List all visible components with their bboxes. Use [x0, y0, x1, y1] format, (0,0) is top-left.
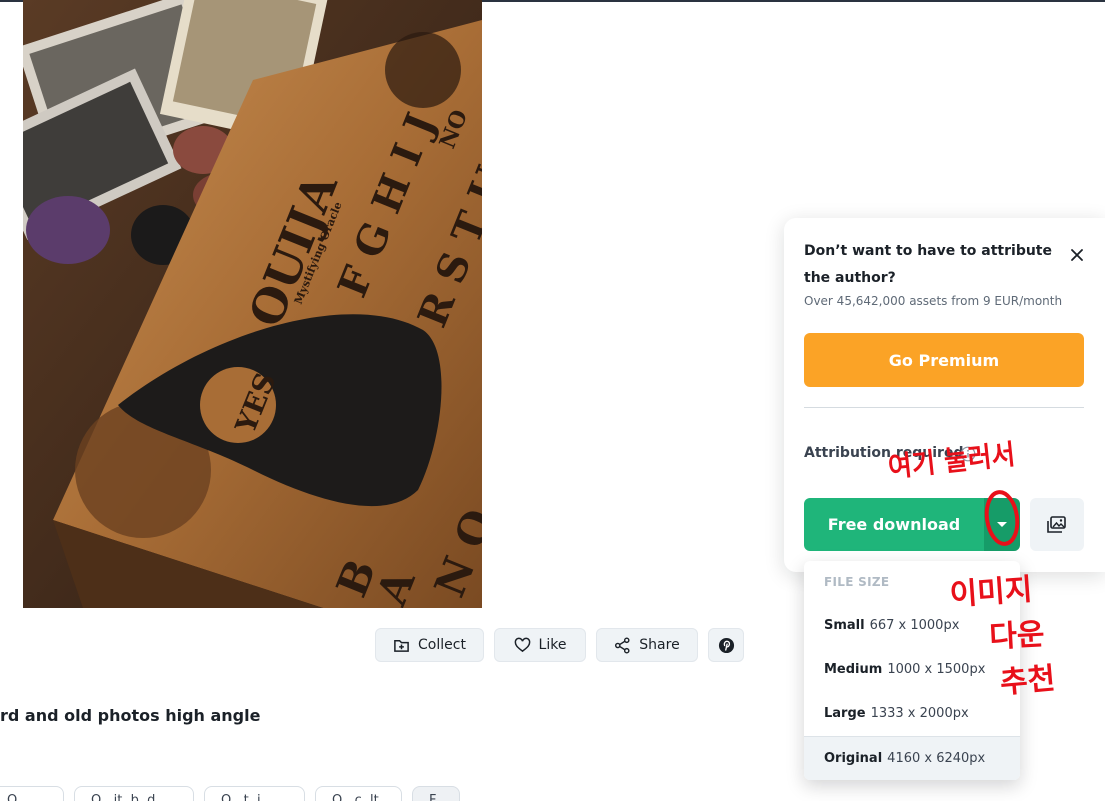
option-dims: 1000 x 1500px	[887, 661, 986, 677]
option-name: Small	[824, 617, 865, 633]
heart-icon	[514, 637, 530, 652]
free-download-button[interactable]: Free download	[804, 498, 984, 551]
tag-chip[interactable]: F..	[412, 786, 460, 801]
tag-chip[interactable]: Q ..	[0, 786, 64, 801]
resource-title: rd and old photos high angle	[0, 706, 261, 725]
annotation-note-line2: 다운	[988, 617, 1046, 655]
collect-label: Collect	[418, 637, 466, 653]
share-label: Share	[639, 637, 680, 653]
option-name: Medium	[824, 661, 883, 677]
file-size-option-large[interactable]: Large 1333 x 2000px	[804, 691, 1020, 735]
file-size-option-original[interactable]: Original 4160 x 6240px	[804, 736, 1020, 780]
folder-add-icon	[394, 639, 409, 652]
ouija-board-photo: OUIJA F G H I J R S T U NO Mystifying Or…	[23, 0, 482, 608]
like-button[interactable]: Like	[494, 628, 586, 662]
tag-chip[interactable]: Q ..c..lt	[315, 786, 402, 801]
pinterest-icon	[718, 637, 734, 653]
download-panel: Don’t want to have to attribute the auth…	[784, 218, 1105, 572]
edit-image-button[interactable]	[1030, 498, 1084, 551]
option-dims: 1333 x 2000px	[870, 705, 969, 721]
annotation-note-line3: 추천	[998, 661, 1057, 701]
caret-down-icon	[997, 521, 1007, 527]
promo-title: Don’t want to have to attribute the auth…	[804, 243, 1052, 286]
annotation-note-line1: 이미지	[948, 572, 1034, 613]
share-button[interactable]: Share	[596, 628, 698, 662]
tag-chip[interactable]: Q ..t..i..	[204, 786, 305, 801]
images-icon	[1047, 515, 1066, 533]
option-dims: 667 x 1000px	[869, 617, 960, 633]
option-dims: 4160 x 6240px	[887, 751, 986, 766]
pinterest-button[interactable]	[708, 628, 744, 662]
option-name: Original	[824, 751, 883, 766]
go-premium-button[interactable]: Go Premium	[804, 333, 1084, 387]
like-label: Like	[538, 637, 567, 653]
option-name: Large	[824, 705, 866, 721]
tag-chip[interactable]: Q ..it..b..d	[74, 786, 194, 801]
download-options-toggle[interactable]	[984, 498, 1020, 551]
divider	[804, 407, 1084, 408]
file-size-option-medium[interactable]: Medium 1000 x 1500px	[804, 647, 1020, 691]
promo-subtitle: Over 45,642,000 assets from 9 EUR/month	[804, 294, 1063, 308]
share-icon	[615, 637, 630, 653]
collect-button[interactable]: Collect	[375, 628, 484, 662]
resource-photo[interactable]: OUIJA F G H I J R S T U NO Mystifying Or…	[23, 0, 482, 608]
close-icon[interactable]	[1068, 246, 1086, 264]
file-size-header: FILE SIZE	[824, 575, 890, 589]
